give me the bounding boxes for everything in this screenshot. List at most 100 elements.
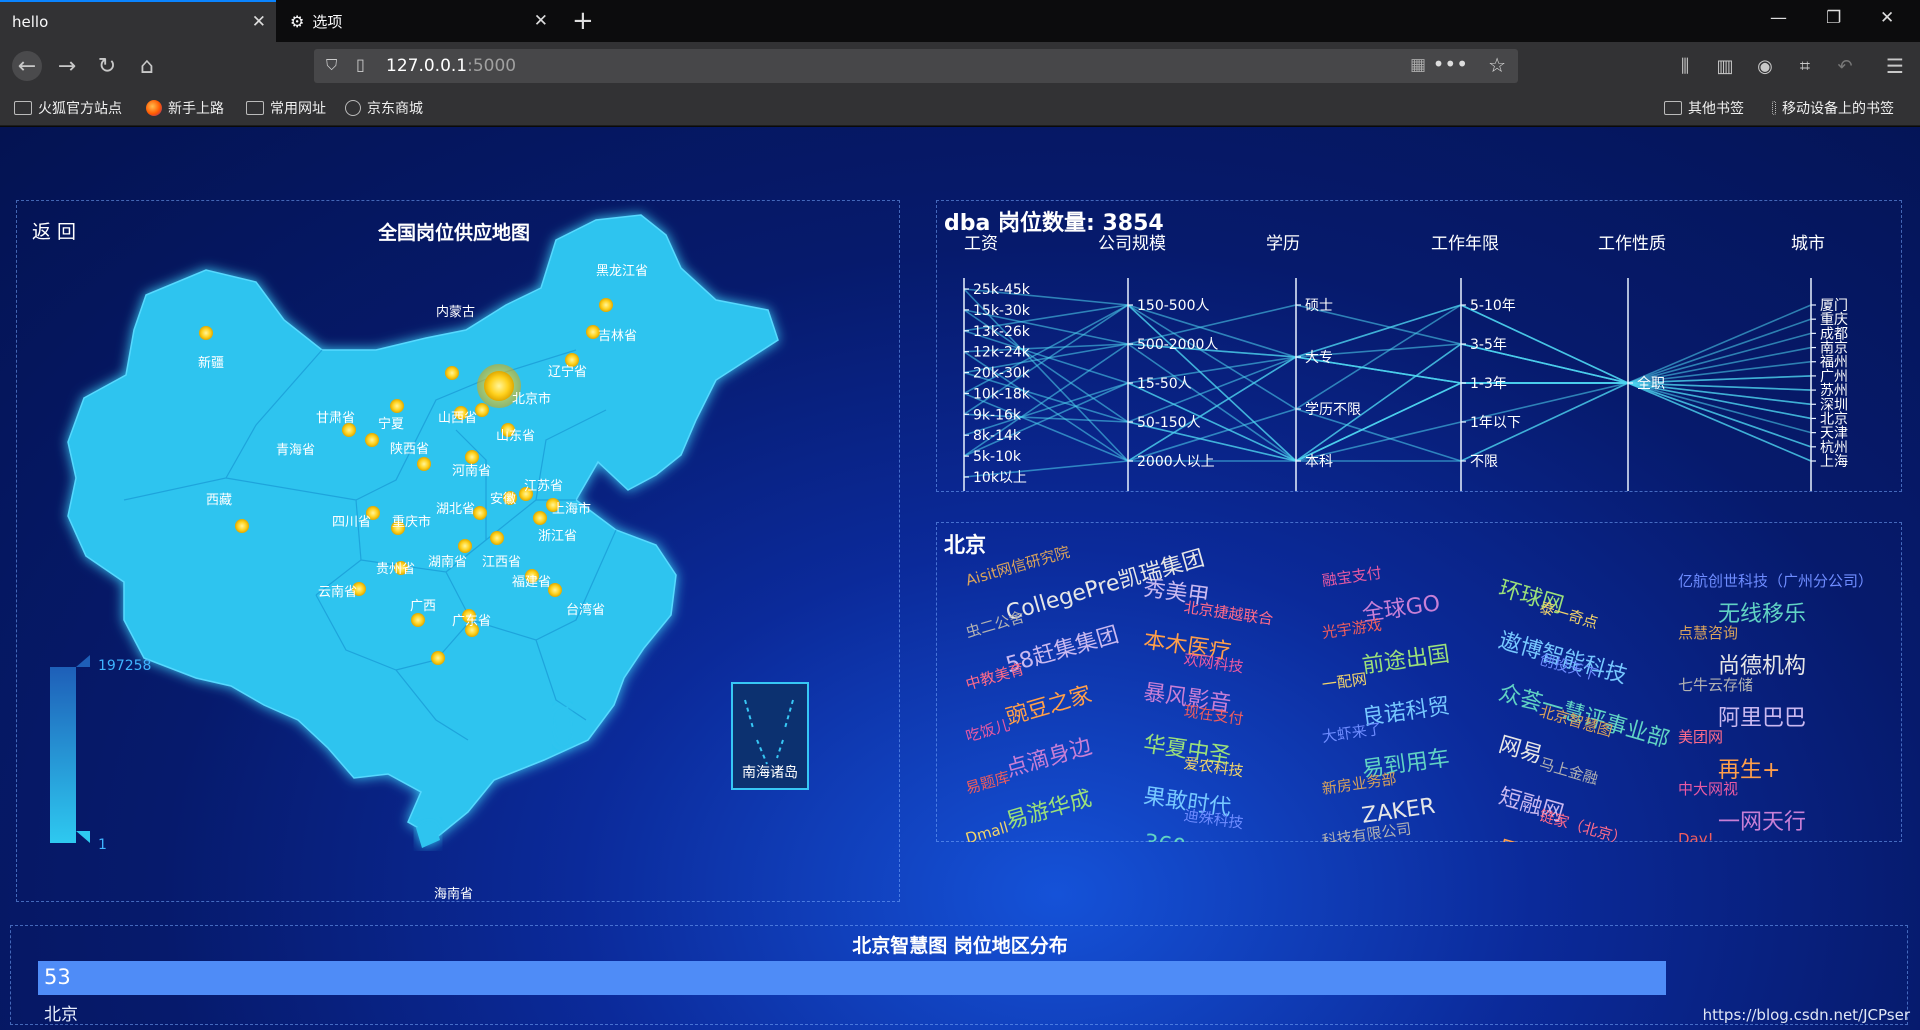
parallel-tick-label: 全职	[1637, 375, 1665, 392]
watermark: https://blog.csdn.net/JCPser	[1702, 1006, 1910, 1024]
tab-hello[interactable]: hello ✕	[0, 0, 276, 42]
account-icon[interactable]: ◉	[1750, 51, 1780, 81]
parallel-axis-name: 工作年限	[1431, 234, 1499, 254]
bar-mark-beijing[interactable]	[38, 961, 1666, 995]
wordcloud-word[interactable]: Dmall	[964, 818, 1011, 842]
province-label: 宁夏	[378, 416, 404, 432]
wordcloud-word[interactable]: 北京捷越联合	[1183, 596, 1275, 629]
wordcloud-word[interactable]: 新房业务部	[1321, 768, 1398, 799]
close-tab-icon[interactable]: ✕	[534, 11, 548, 31]
parallel-tick-label: 15-50人	[1137, 376, 1192, 392]
wordcloud-word[interactable]: 迪殊科技	[1183, 804, 1245, 833]
parallel-tick-label: 12k-24k	[973, 345, 1031, 361]
wordcloud-word[interactable]: 真融宝	[1002, 838, 1074, 842]
bookmark-item[interactable]: 火狐官方站点	[14, 98, 122, 118]
wordcloud-word[interactable]: Day!	[1678, 830, 1714, 842]
wordcloud-word[interactable]: 虫二公舍	[963, 606, 1027, 643]
bar-value-label: 53	[44, 965, 71, 989]
province-label: 吉林省	[598, 329, 637, 344]
undo-icon[interactable]: ↶	[1830, 51, 1860, 81]
province-label: 福建省	[512, 575, 551, 590]
wordcloud-word[interactable]: 中教美育	[963, 658, 1027, 695]
bookmark-item[interactable]: 常用网址	[246, 98, 326, 118]
back-arrow-icon[interactable]: ←	[12, 51, 42, 81]
province-label: 甘肃省	[316, 411, 355, 426]
wordcloud-word[interactable]: 一网天行	[1718, 804, 1806, 836]
bookmarks-toolbar: 火狐官方站点 新手上路 常用网址 京东商城 其他书签 移动设备上的书签	[0, 90, 1920, 126]
wordcloud-word[interactable]: 爱农科技	[1183, 752, 1245, 781]
qr-code-icon[interactable]: ▦	[1410, 55, 1426, 75]
wordcloud-word[interactable]: 点滴身边	[1002, 728, 1095, 783]
parallel-tick-label: 大专	[1305, 350, 1333, 366]
province-label: 湖南省	[428, 554, 467, 570]
parallel-series-line	[963, 304, 1812, 391]
folder-icon	[1664, 101, 1682, 115]
parallel-axis-name: 工资	[964, 234, 998, 254]
china-map: 黑龙江省 吉林省 辽宁省 内蒙古 新疆 甘肃省 宁夏 陕西省 青海省 山西省 山…	[67, 214, 779, 902]
parallel-tick-label: 13k-26k	[973, 324, 1031, 340]
new-tab-button[interactable]: +	[572, 6, 594, 36]
province-label: 陕西省	[390, 442, 429, 457]
folder-icon	[246, 101, 264, 115]
province-label: 山东省	[496, 429, 535, 444]
visual-map-legend[interactable]	[50, 667, 76, 843]
wordcloud-word[interactable]: 马上金融	[1537, 752, 1600, 789]
province-label: 安徽	[490, 492, 516, 507]
url-text: 127.0.0.1:5000	[386, 56, 517, 76]
url-bar[interactable]: ⛉ ▯ 127.0.0.1:5000 ▦ ••• ☆	[314, 49, 1518, 83]
gear-icon: ⚙	[290, 11, 305, 31]
province-label: 江西省	[482, 555, 521, 570]
tab-options[interactable]: ⚙ 选项 ✕	[278, 0, 558, 42]
parallel-tick-label: 3-5年	[1470, 337, 1507, 353]
bookmark-item[interactable]: 京东商城	[345, 98, 423, 118]
bookmark-item[interactable]: 其他书签	[1664, 98, 1744, 118]
wordcloud-word[interactable]: 易游华成	[1002, 780, 1095, 835]
forward-arrow-icon[interactable]: →	[52, 51, 82, 81]
wordcloud-word[interactable]: 阿里巴巴	[1718, 700, 1806, 732]
wordcloud-word[interactable]: 泰一奇点	[1537, 596, 1600, 633]
close-window-icon[interactable]: ✕	[1880, 8, 1894, 28]
restore-icon[interactable]: ❐	[1826, 8, 1841, 28]
bookmark-item[interactable]: 移动设备上的书签	[1772, 98, 1894, 118]
parallel-tick-label: 学历不限	[1305, 402, 1361, 418]
wordcloud-word[interactable]: 前途出国	[1360, 636, 1452, 680]
reload-icon[interactable]: ↻	[92, 51, 122, 81]
mobile-bookmarks-icon	[1772, 101, 1776, 115]
wordcloud-word[interactable]: 美团网	[1678, 726, 1723, 747]
wordcloud-word[interactable]: 融宝支付	[1321, 562, 1383, 591]
wordcloud-word[interactable]: 七牛云存储	[1678, 674, 1753, 695]
minimize-icon[interactable]: —	[1770, 8, 1787, 28]
more-actions-icon[interactable]: •••	[1433, 52, 1468, 76]
menu-icon[interactable]: ☰	[1880, 51, 1910, 81]
province-label: 西藏	[206, 493, 232, 508]
province-label: 新疆	[198, 355, 224, 371]
wordcloud-word[interactable]: 中大网视	[1678, 778, 1738, 799]
wordcloud-word[interactable]: 链家（北京）	[1537, 804, 1629, 842]
home-icon[interactable]: ⌂	[132, 51, 162, 81]
province-label: 广东省	[452, 614, 491, 629]
wordcloud-word[interactable]: 大虾来了	[1321, 718, 1383, 747]
library-icon[interactable]: ⫼	[1670, 51, 1700, 81]
legend-handles[interactable]	[76, 655, 92, 845]
sidebar-icon[interactable]: ▥	[1710, 51, 1740, 81]
parallel-tick-label: 不限	[1470, 454, 1498, 470]
wordcloud-word[interactable]: 光宇游戏	[1321, 614, 1383, 643]
bar-chart-title: 北京智慧图 岗位地区分布	[852, 935, 1068, 957]
parallel-axis-name: 城市	[1791, 234, 1825, 254]
wordcloud-word[interactable]: 吃饭儿	[963, 714, 1012, 747]
firefox-icon	[146, 100, 162, 116]
wordcloud-word[interactable]: 豌豆之家	[1002, 676, 1095, 731]
bookmark-star-icon[interactable]: ☆	[1488, 53, 1506, 77]
wordcloud-word[interactable]: 亿航创世科技（广州分公司）	[1678, 570, 1873, 591]
province-label: 辽宁省	[548, 364, 587, 380]
close-tab-icon[interactable]: ✕	[252, 12, 266, 32]
wordcloud-word[interactable]: 一配网	[1321, 668, 1369, 695]
screenshot-icon[interactable]: ⌗	[1790, 51, 1820, 81]
wordcloud-word[interactable]: 欢网科技	[1183, 648, 1245, 677]
wordcloud-word[interactable]: 现在支付	[1183, 700, 1245, 729]
tab-label: 选项	[312, 12, 343, 31]
wordcloud-word[interactable]: 易题库	[963, 766, 1012, 799]
bookmark-item[interactable]: 新手上路	[146, 98, 224, 118]
wordcloud-word[interactable]: 点慧咨询	[1678, 622, 1738, 643]
wordcloud-word[interactable]: 360	[1142, 830, 1187, 842]
